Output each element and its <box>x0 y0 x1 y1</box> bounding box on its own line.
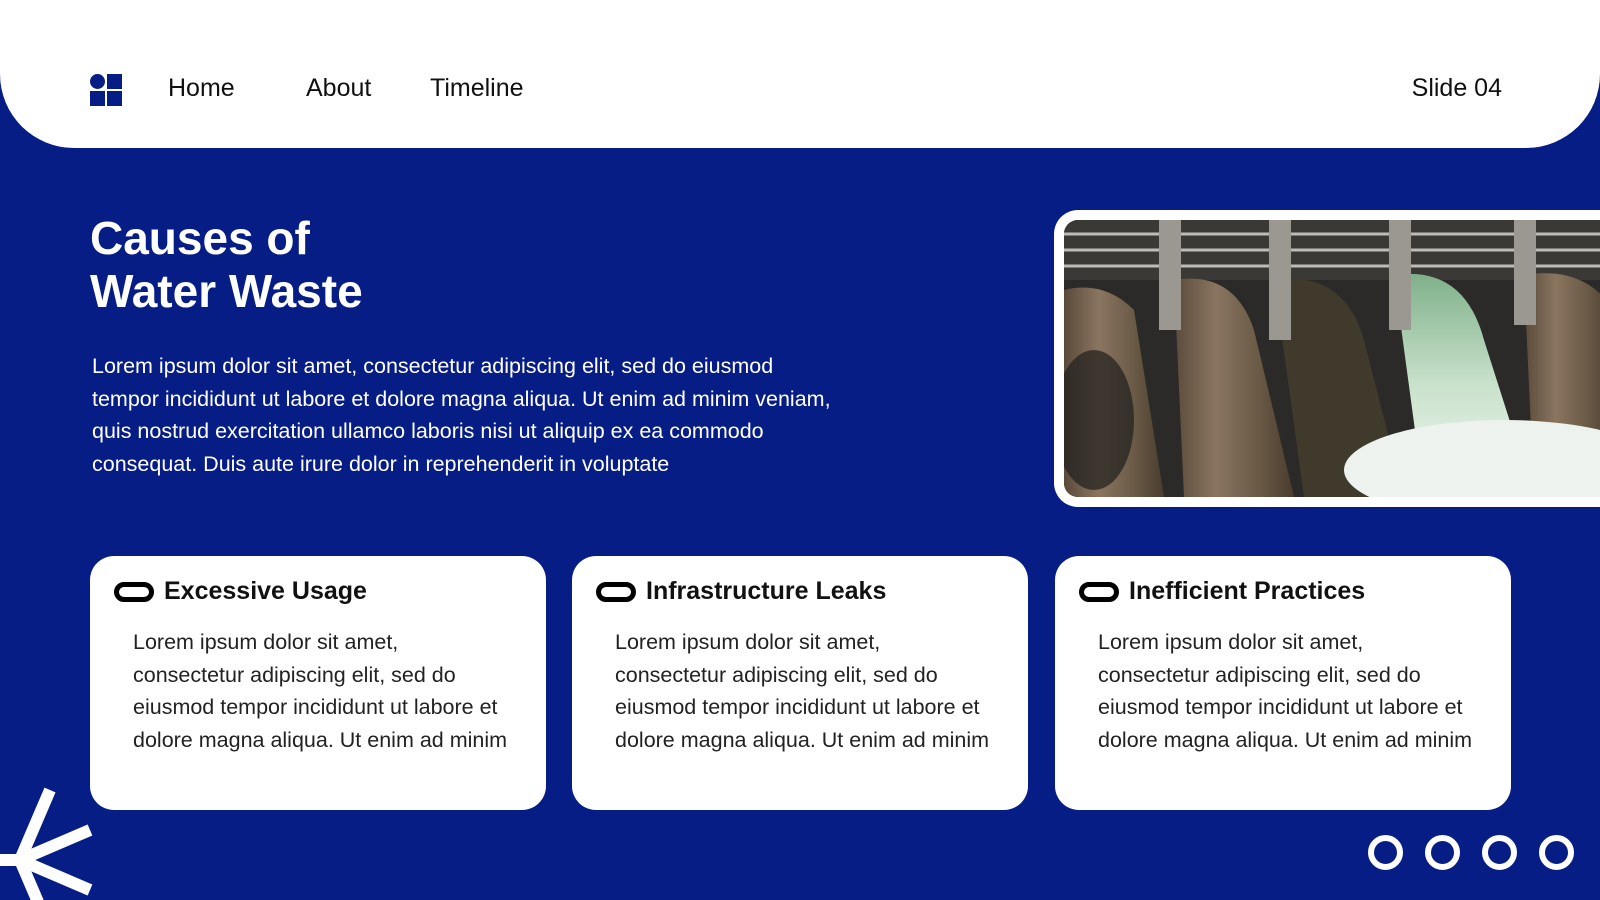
card-text: Lorem ipsum dolor sit amet, consectetur … <box>133 630 508 752</box>
card-title: Inefficient Practices <box>1129 577 1366 605</box>
pill-icon <box>114 582 154 602</box>
card-text: Lorem ipsum dolor sit amet, consectetur … <box>615 630 990 752</box>
top-nav-bar: Home About Timeline Slide 04 <box>0 0 1600 148</box>
card-excessive-usage: Excessive Usage Lorem ipsum dolor sit am… <box>90 556 546 810</box>
circle-outline-icon[interactable] <box>1425 835 1460 870</box>
pagination-dots <box>1368 835 1574 870</box>
circle-outline-icon[interactable] <box>1539 835 1574 870</box>
asterisk-icon <box>0 787 93 900</box>
nav-timeline-link[interactable]: Timeline <box>430 73 524 103</box>
card-title: Excessive Usage <box>164 577 367 605</box>
grid-logo-icon[interactable] <box>90 74 122 106</box>
title-line-1: Causes of <box>90 212 310 264</box>
nav-about-link[interactable]: About <box>306 73 371 103</box>
circle-outline-icon[interactable] <box>1482 835 1517 870</box>
dam-spillway-photo <box>1064 220 1600 497</box>
photo-frame <box>1054 210 1600 507</box>
title-line-2: Water Waste <box>90 265 363 317</box>
pill-icon <box>596 582 636 602</box>
card-inefficient-practices: Inefficient Practices Lorem ipsum dolor … <box>1055 556 1511 810</box>
card-infrastructure-leaks: Infrastructure Leaks Lorem ipsum dolor s… <box>572 556 1028 810</box>
pill-icon <box>1079 582 1119 602</box>
nav-home-link[interactable]: Home <box>168 73 235 103</box>
slide: Home About Timeline Slide 04 Causes of W… <box>0 0 1600 900</box>
intro-paragraph: Lorem ipsum dolor sit amet, consectetur … <box>92 354 831 476</box>
slide-number: Slide 04 <box>1411 74 1502 102</box>
card-title: Infrastructure Leaks <box>646 577 887 605</box>
page-title: Causes of Water Waste <box>90 212 690 318</box>
circle-outline-icon[interactable] <box>1368 835 1403 870</box>
card-text: Lorem ipsum dolor sit amet, consectetur … <box>1098 630 1473 752</box>
